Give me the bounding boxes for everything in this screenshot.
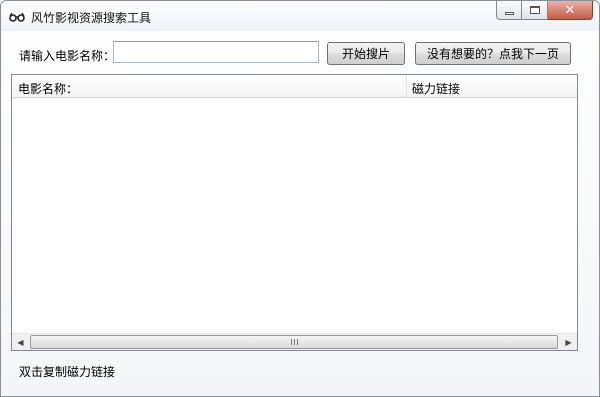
- results-list[interactable]: 电影名称： 磁力链接 ◀ ▶: [11, 74, 578, 351]
- scrollbar-thumb[interactable]: [30, 335, 558, 349]
- status-text: 双击复制磁力链接: [19, 365, 116, 379]
- maximize-button[interactable]: [522, 1, 548, 20]
- scroll-right-icon[interactable]: ▶: [560, 334, 577, 350]
- grip-icon: [290, 339, 298, 345]
- close-icon: ✕: [564, 2, 576, 18]
- title-bar[interactable]: 风竹影视资源搜索工具 ✕: [1, 1, 599, 31]
- list-header: 电影名称： 磁力链接: [12, 75, 577, 98]
- scroll-left-icon[interactable]: ◀: [12, 334, 29, 350]
- minimize-icon: [504, 11, 514, 15]
- movie-name-input[interactable]: [113, 41, 319, 63]
- horizontal-scrollbar[interactable]: ◀ ▶: [12, 333, 577, 350]
- app-window: 风竹影视资源搜索工具 ✕ 请输入电影名称： 开始搜片 没有想要的？点我下一页 电…: [0, 0, 600, 397]
- caption-buttons: ✕: [496, 1, 593, 21]
- minimize-button[interactable]: [496, 1, 522, 20]
- window-title: 风竹影视资源搜索工具: [31, 11, 152, 25]
- search-label: 请输入电影名称：: [19, 49, 116, 63]
- glasses-icon: [9, 12, 25, 22]
- column-header-movie-name[interactable]: 电影名称：: [18, 80, 78, 97]
- maximize-icon: [529, 6, 540, 14]
- column-divider[interactable]: [406, 75, 407, 98]
- column-header-magnet-link[interactable]: 磁力链接: [412, 80, 460, 97]
- next-page-button[interactable]: 没有想要的？点我下一页: [415, 42, 571, 65]
- client-area: 请输入电影名称： 开始搜片 没有想要的？点我下一页 电影名称： 磁力链接 ◀ ▶…: [9, 31, 593, 390]
- close-button[interactable]: ✕: [548, 1, 593, 20]
- start-search-button[interactable]: 开始搜片: [327, 42, 405, 65]
